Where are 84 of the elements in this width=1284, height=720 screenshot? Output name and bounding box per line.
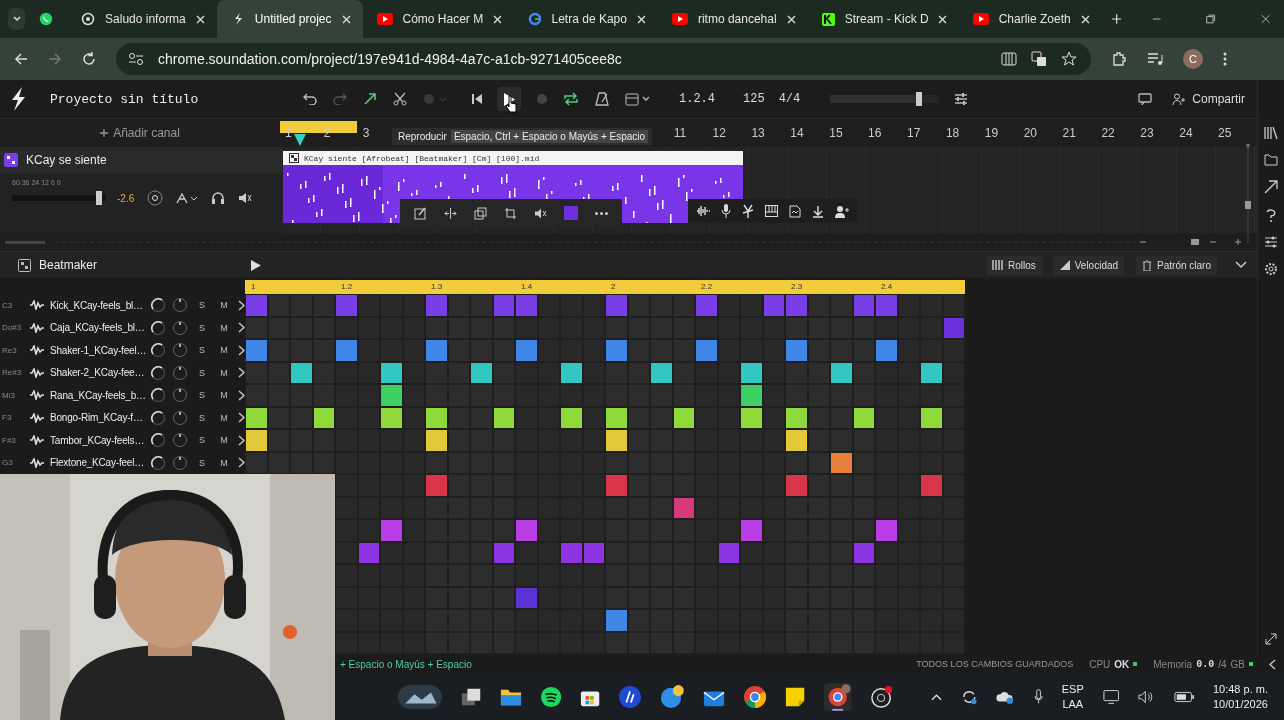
beat-label: 1.3 (430, 281, 444, 293)
beat-label: 2.2 (700, 281, 714, 293)
project-title[interactable]: Proyecto sin título (50, 91, 290, 107)
solo-button[interactable]: S (194, 322, 210, 333)
browser-tab[interactable]: Letra de Kapo (513, 0, 658, 38)
solo-button[interactable]: S (194, 390, 210, 401)
bar-number: 16 (868, 126, 879, 140)
time-signature[interactable]: 4/4 (778, 92, 801, 106)
channel-name[interactable]: Tambor_KCay-feels… (50, 434, 144, 446)
clock[interactable]: 10:48 p. m. 10/01/2026 (1212, 681, 1268, 712)
channel-name[interactable]: Flextone_KCay-feel… (50, 457, 144, 469)
bar-number: 15 (829, 126, 840, 140)
bar-number: 25 (1218, 126, 1229, 140)
browser-tab[interactable]: Charlie Zoeth (958, 0, 1102, 38)
memory-unit: GB (1230, 658, 1245, 670)
volume-reading: -2.6 (117, 192, 135, 204)
profile-avatar[interactable]: C (1183, 49, 1203, 69)
memory-total: /4 (1218, 658, 1227, 670)
note-label: Re#3 (2, 368, 23, 378)
browser-tab[interactable]: Cómo Hacer M (362, 0, 514, 38)
note-label: C3 (2, 300, 14, 310)
track-name[interactable]: KCay se siente (26, 153, 107, 167)
channel-name[interactable]: Rana_KCay-feels_b… (50, 389, 144, 401)
note-label: Do#3 (2, 323, 23, 333)
beat-label: 1 (250, 281, 257, 293)
shortcut-hint: + Espacio o Mayús + Espacio (340, 658, 472, 670)
note-label: Mi3 (2, 390, 16, 400)
memory-value: 0.0 (1196, 658, 1215, 670)
cpu-value: OK (1114, 658, 1130, 670)
bar-number: 11 (673, 126, 684, 140)
note-label: G3 (2, 458, 14, 468)
save-status: TODOS LOS CAMBIOS GUARDADOS (916, 659, 1074, 669)
beatmaker-title: Beatmaker (39, 258, 99, 272)
add-channel-button[interactable]: Añadir canal (0, 119, 280, 147)
share-button[interactable]: Compartir (1168, 88, 1249, 110)
bar-number: 13 (751, 126, 762, 140)
mute-button[interactable]: M (216, 300, 232, 311)
bar-number: 1 (284, 126, 293, 140)
beat-label: 2.4 (880, 281, 894, 293)
channel-name[interactable]: Shaker-2_KCay-fee… (50, 367, 144, 379)
browser-tab[interactable]: ritmo dancehal (657, 0, 808, 38)
mute-button[interactable]: M (216, 367, 232, 378)
beat-label: 2 (610, 281, 617, 293)
tempo-display[interactable]: 125 (743, 92, 765, 106)
language-indicator[interactable]: ESP LAA (1061, 681, 1084, 712)
mute-button[interactable]: M (216, 457, 232, 468)
beat-label: 2.3 (790, 281, 804, 293)
bar-number: 22 (1101, 126, 1112, 140)
channel-name[interactable]: Caja_KCay-feels_bl… (50, 322, 144, 334)
address-field[interactable]: chrome.soundation.com/project/197e941d-4984-4a7c-a1cb-9271405cee8c (116, 43, 1091, 75)
beat-label: 1.4 (520, 281, 534, 293)
note-label: F3 (2, 413, 13, 423)
browser-tab[interactable]: Saludo informa (67, 0, 217, 38)
pattern-action-button[interactable]: Rollos (985, 255, 1042, 275)
solo-button[interactable]: S (194, 412, 210, 423)
channel-name[interactable]: Kick_KCay-feels_bl… (50, 299, 144, 311)
tooltip-label: Reproducir (397, 131, 447, 142)
position-display[interactable]: 1.2.4 (679, 92, 715, 106)
memory-label: Memoria (1153, 658, 1193, 670)
browser-tab[interactable]: Stream - Kick D (807, 0, 959, 38)
mute-button[interactable]: M (216, 412, 232, 423)
pattern-action-button[interactable]: Velocidad (1053, 255, 1125, 275)
shortcut-hint: Espacio, Ctrl + Espacio o Mayús + Espacio (450, 130, 649, 143)
pattern-action-button[interactable]: Patrón claro (1136, 255, 1217, 275)
solo-button[interactable]: S (194, 345, 210, 356)
beat-label: 1.2 (340, 281, 354, 293)
solo-button[interactable]: S (194, 435, 210, 446)
clip-name: KCay siente [Afrobeat] [Beatmaker] [Cm] [100].mid (304, 153, 540, 163)
clip-header[interactable]: KCay siente [Afrobeat] [Beatmaker] [Cm] [100].mid (283, 151, 743, 165)
note-label: F#3 (2, 435, 17, 445)
solo-button[interactable]: S (194, 367, 210, 378)
channel-name[interactable]: Shaker-1_KCay-feel… (50, 344, 144, 356)
cpu-label: CPU (1089, 658, 1111, 670)
solo-button[interactable]: S (194, 300, 210, 311)
mute-button[interactable]: M (216, 345, 232, 356)
mute-button[interactable]: M (216, 435, 232, 446)
channel-name[interactable]: Bongo-Rim_KCay-f… (50, 412, 144, 424)
solo-button[interactable]: S (194, 457, 210, 468)
note-label: Re3 (2, 345, 18, 355)
browser-tab[interactable]: Untitled projec (216, 0, 363, 38)
mute-button[interactable]: M (216, 322, 232, 333)
bar-number: 3 (362, 126, 371, 140)
bar-number: 23 (1140, 126, 1151, 140)
mute-button[interactable]: M (216, 390, 232, 401)
